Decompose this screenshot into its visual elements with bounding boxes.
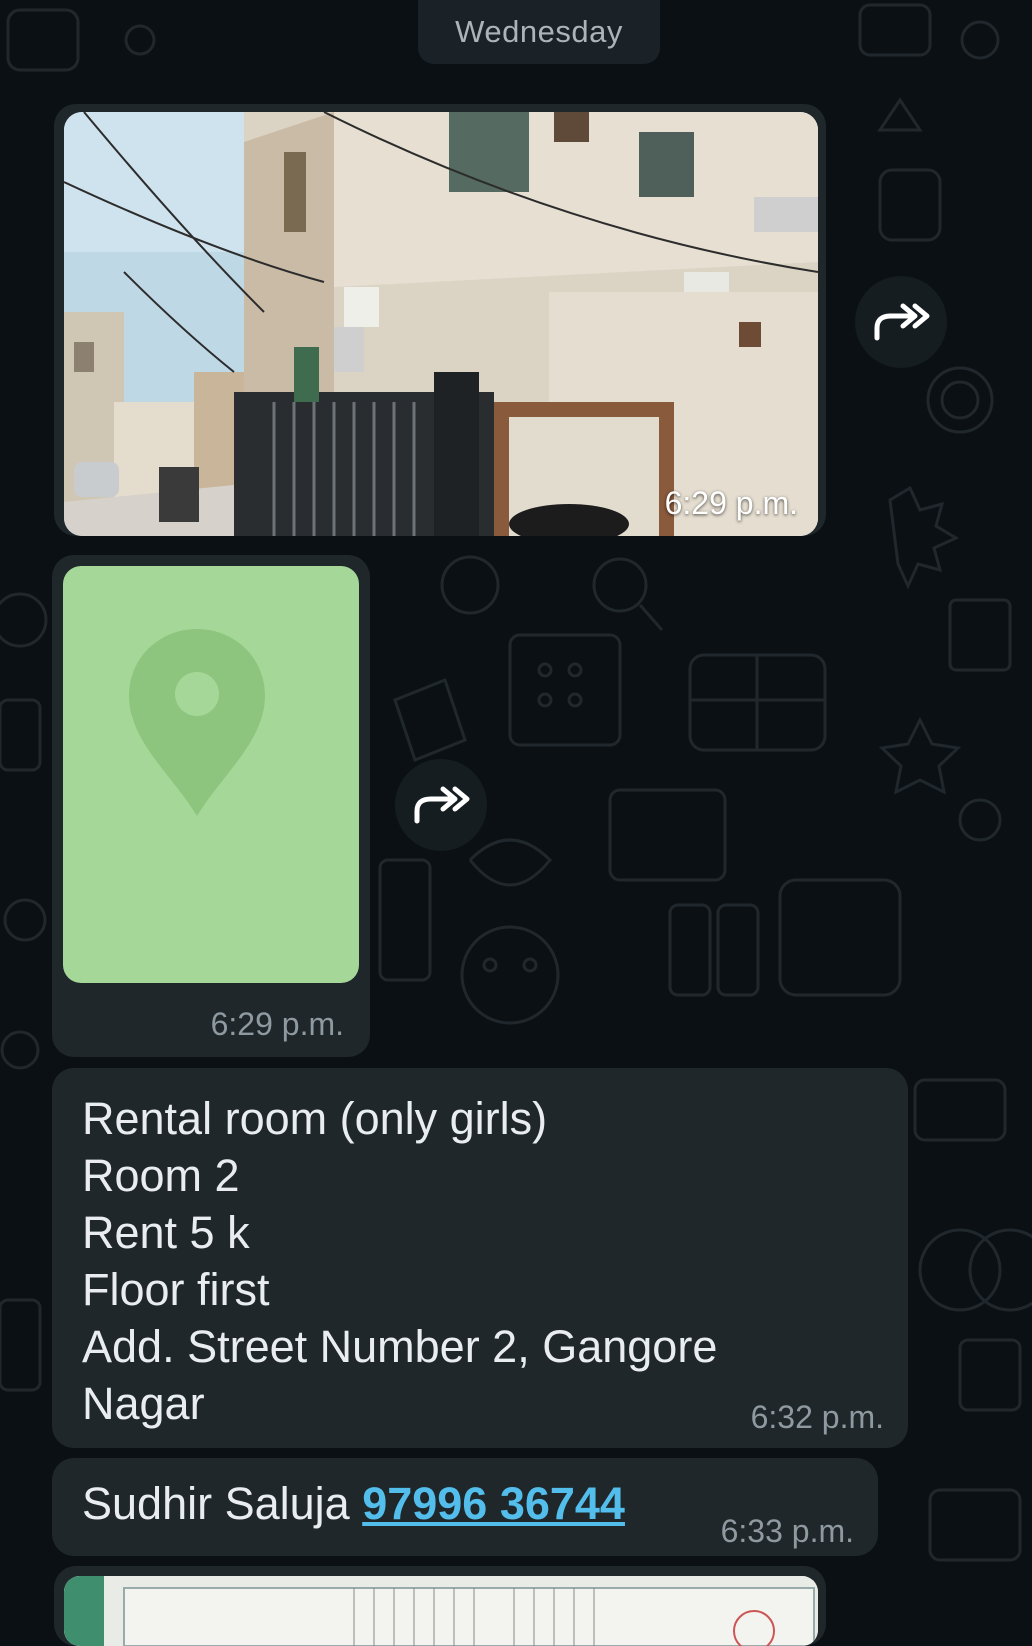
message-line: Nagar <box>82 1378 205 1429</box>
contact-message[interactable]: Sudhir Saluja 97996 36744 6:33 p.m. <box>52 1458 878 1556</box>
location-map[interactable] <box>63 566 359 983</box>
image-message[interactable]: 6:29 p.m. <box>54 104 826 536</box>
message-timestamp: 6:29 p.m. <box>664 485 798 521</box>
forward-icon <box>414 786 470 824</box>
message-timestamp: 6:29 p.m. <box>210 1006 344 1042</box>
forward-button[interactable] <box>395 759 487 851</box>
message-timestamp: 6:32 p.m. <box>750 1399 884 1435</box>
message-body: Rental room (only girls) Room 2 Rent 5 k… <box>82 1090 717 1432</box>
text-message[interactable]: Rental room (only girls) Room 2 Rent 5 k… <box>52 1068 908 1448</box>
message-body: Sudhir Saluja 97996 36744 <box>82 1478 625 1530</box>
message-line: Floor first <box>82 1264 270 1315</box>
message-line: Room 2 <box>82 1150 240 1201</box>
date-separator: Wednesday <box>418 0 660 64</box>
document-photo[interactable] <box>64 1576 818 1646</box>
forward-button[interactable] <box>855 276 947 368</box>
contact-name: Sudhir Saluja <box>82 1478 350 1529</box>
phone-number-link[interactable]: 97996 36744 <box>362 1478 625 1529</box>
location-pin-icon <box>129 629 265 816</box>
document-image-message[interactable] <box>54 1566 826 1646</box>
message-line: Add. Street Number 2, Gangore <box>82 1321 718 1372</box>
message-timestamp: 6:33 p.m. <box>720 1513 854 1549</box>
house-photo[interactable]: 6:29 p.m. <box>64 112 818 536</box>
message-line: Rental room (only girls) <box>82 1093 548 1144</box>
forward-icon <box>874 303 930 341</box>
location-message[interactable]: 6:29 p.m. <box>52 555 370 1057</box>
message-line: Rent 5 k <box>82 1207 250 1258</box>
